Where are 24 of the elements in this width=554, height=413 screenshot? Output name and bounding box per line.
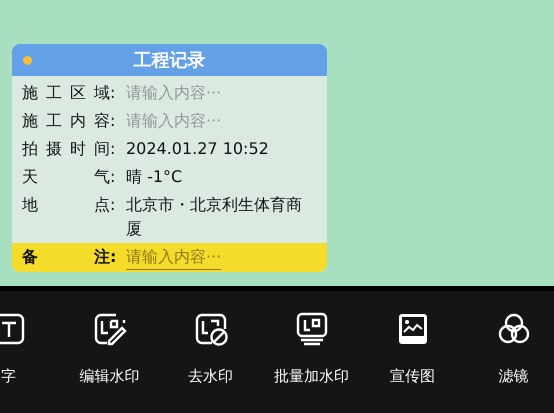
- field-label: 地点: [22, 194, 110, 216]
- field-value: 晴 -1°C: [126, 166, 184, 188]
- field-label: 施工内容: [22, 110, 110, 132]
- colon: :: [110, 138, 116, 160]
- field-value: 北京市・北京利生体育商厦: [126, 194, 303, 240]
- colon: :: [110, 166, 116, 188]
- field-label: 天气: [22, 166, 110, 188]
- status-dot: [23, 56, 32, 65]
- field-label: 施工区域: [22, 82, 110, 104]
- field-value: 2024.01.27 10:52: [126, 138, 270, 160]
- tool-button[interactable]: 编辑水印: [59, 291, 160, 413]
- text-icon: [0, 311, 26, 347]
- tool-button[interactable]: 批量加水印: [261, 291, 362, 413]
- tool-button[interactable]: 宣传图: [362, 291, 463, 413]
- tool-button[interactable]: 字: [0, 291, 59, 413]
- colon: :: [110, 110, 116, 132]
- colon: :: [110, 82, 116, 104]
- card-title: 工程记录: [134, 49, 206, 72]
- colon: :: [110, 194, 116, 216]
- tool-button[interactable]: 滤镜: [463, 291, 554, 413]
- tool-button[interactable]: 去水印: [160, 291, 261, 413]
- field-label: 备注: [22, 246, 110, 268]
- colon: :: [110, 246, 118, 268]
- field-label: 拍摄时间: [22, 138, 110, 160]
